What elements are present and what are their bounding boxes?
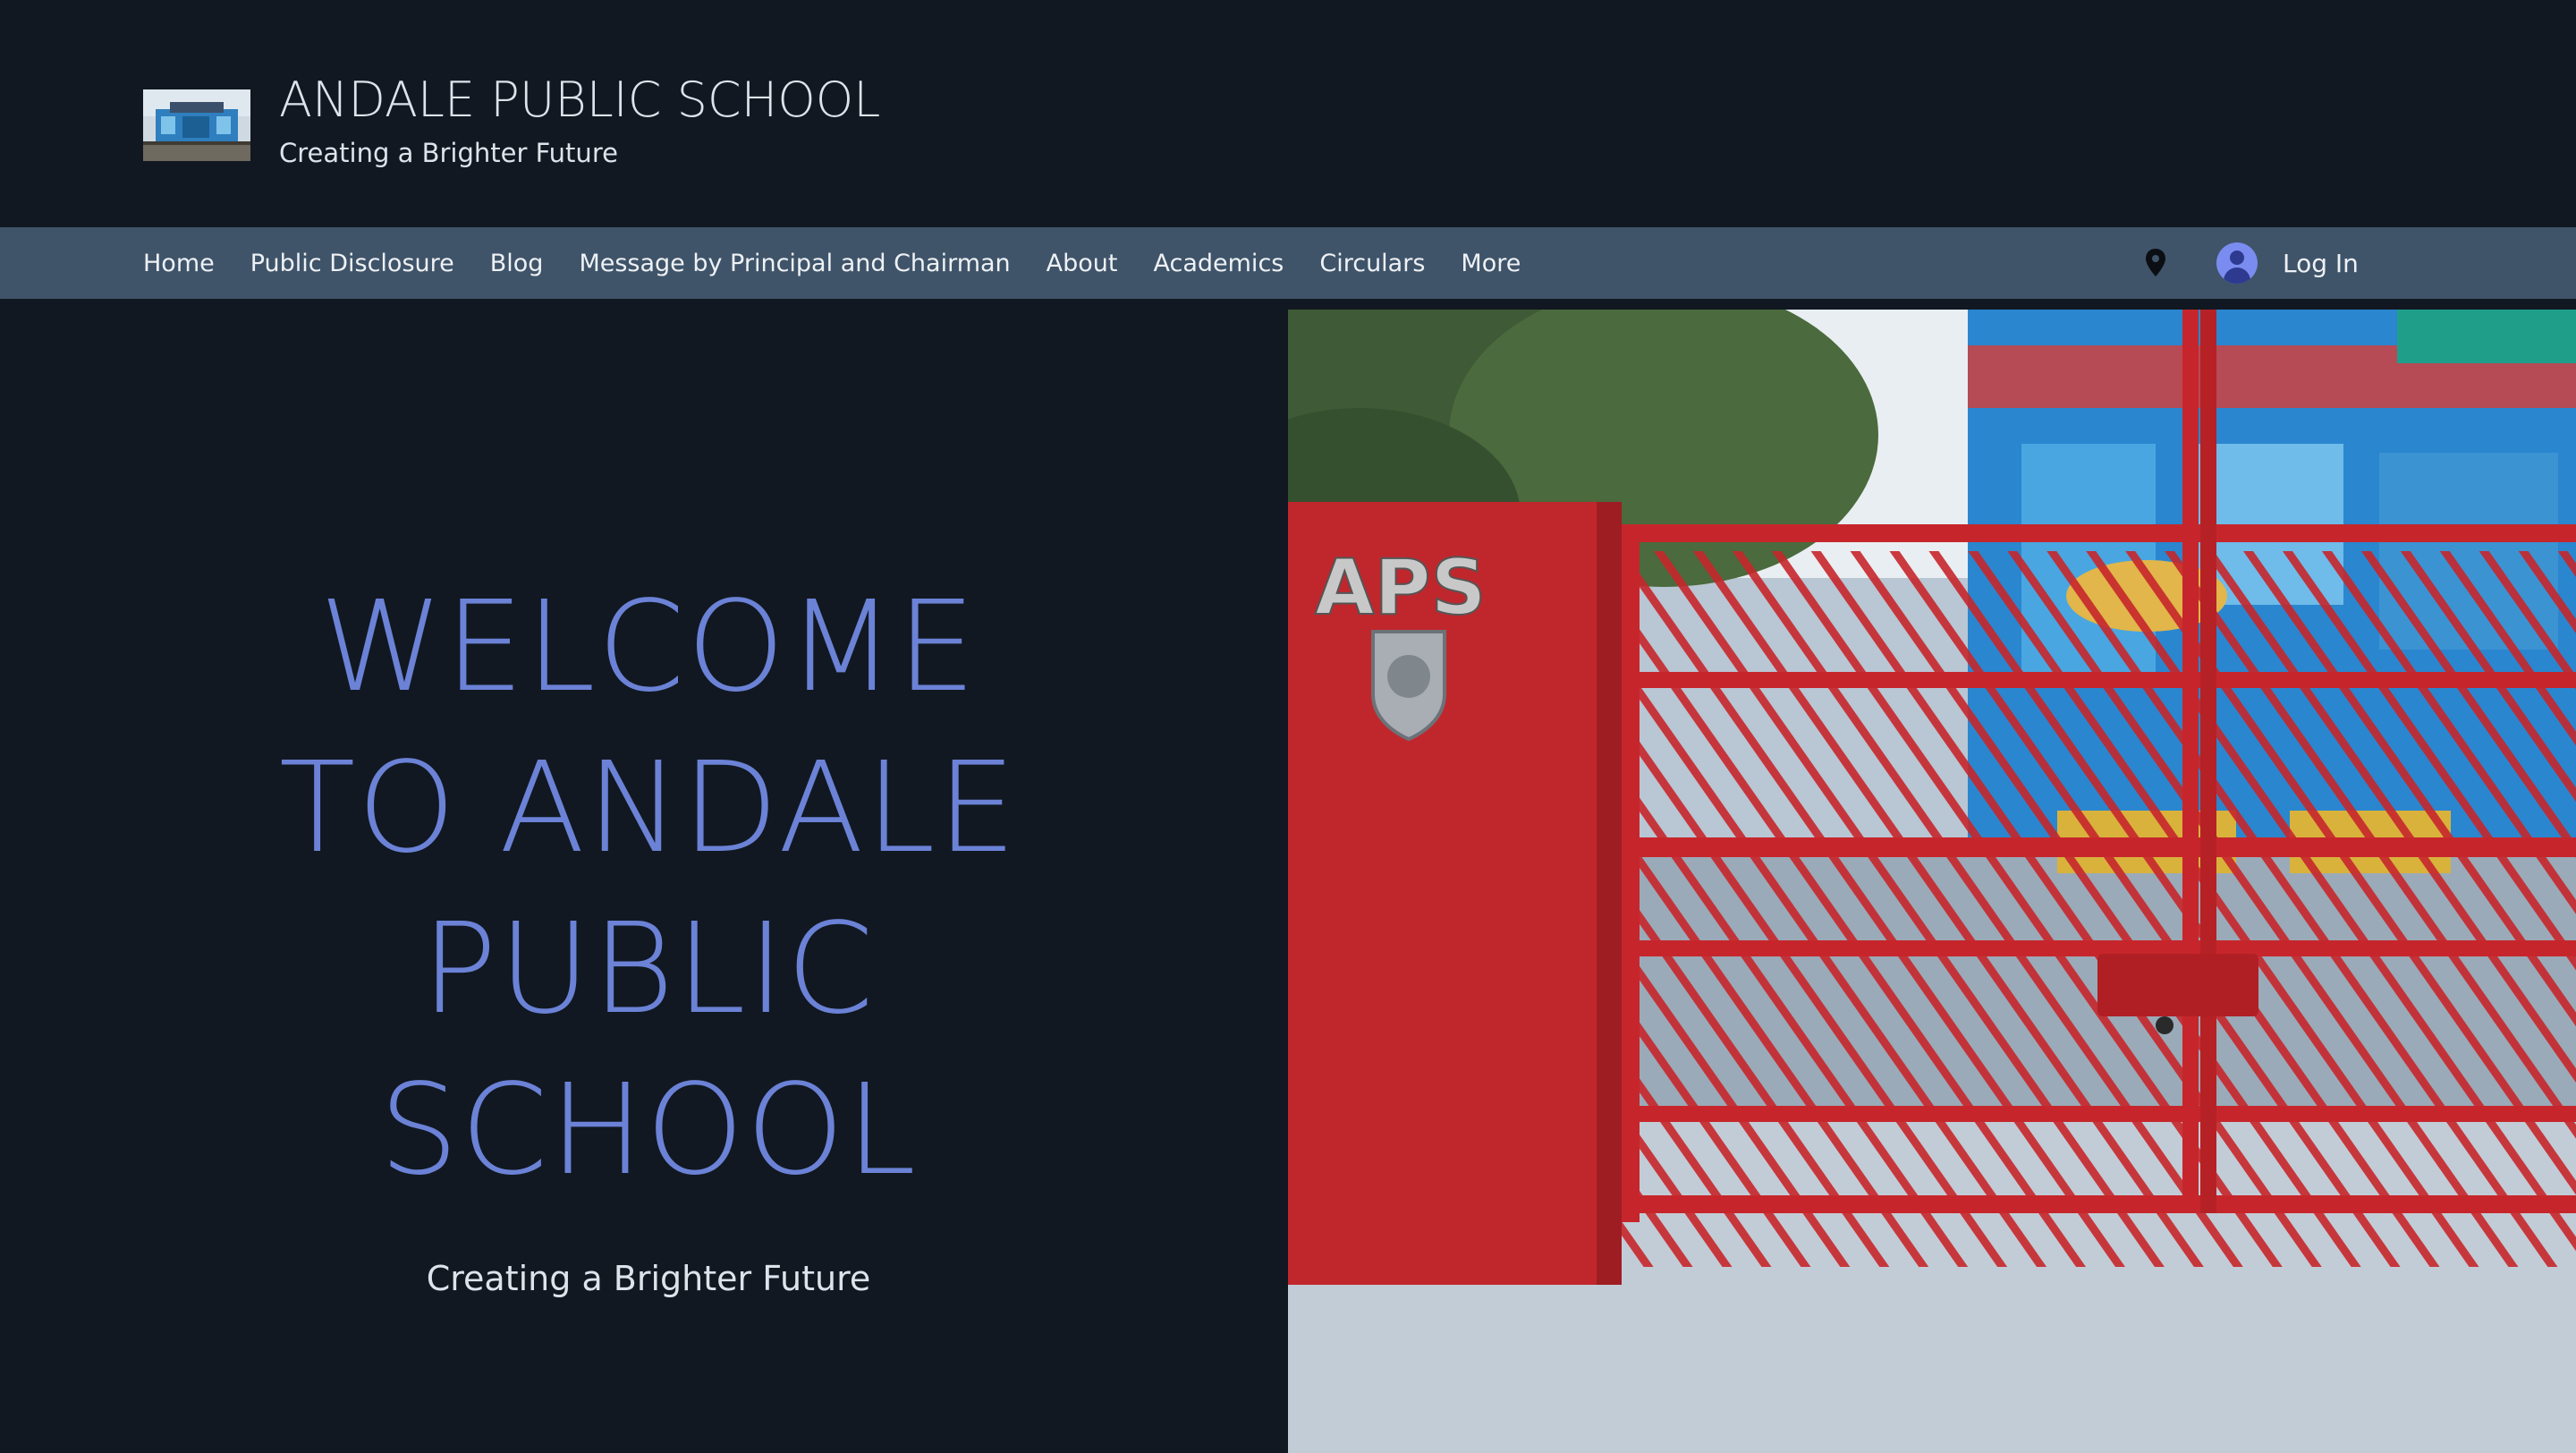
hero-heading: WELCOME TO ANDALE PUBLIC SCHOOL [0,567,1297,1211]
hero-heading-line: SCHOOL [378,1058,919,1203]
login-button[interactable]: Log In [2216,242,2359,285]
svg-text:APS: APS [1315,543,1487,633]
site-title[interactable]: ANDALE PUBLIC SCHOOL [279,72,880,128]
login-label: Log In [2283,248,2359,278]
map-pin-icon[interactable] [2143,247,2168,279]
nav-item-message-principal-chairman[interactable]: Message by Principal and Chairman [579,250,1010,277]
school-gate-photo: APS [1288,310,2576,1453]
nav-item-home[interactable]: Home [143,250,215,277]
nav-item-public-disclosure[interactable]: Public Disclosure [250,250,454,277]
user-avatar-icon [2216,242,2258,284]
site-header: ANDALE PUBLIC SCHOOL Creating a Brighter… [0,0,2576,227]
hero-heading-line: PUBLIC [421,896,876,1042]
site-tagline: Creating a Brighter Future [279,138,618,168]
nav-item-more[interactable]: More [1461,250,1521,277]
nav-item-about[interactable]: About [1046,250,1118,277]
nav-item-circulars[interactable]: Circulars [1319,250,1425,277]
nav-menu: Home Public Disclosure Blog Message by P… [143,227,1556,299]
hero-tagline: Creating a Brighter Future [426,1259,871,1298]
school-logo-image[interactable] [143,89,250,161]
hero-heading-line: TO ANDALE [278,735,1019,881]
nav-item-academics[interactable]: Academics [1154,250,1284,277]
hero-heading-line: WELCOME [318,574,979,720]
nav-item-blog[interactable]: Blog [490,250,544,277]
hero-text-section: WELCOME TO ANDALE PUBLIC SCHOOL Creating… [0,299,1288,1453]
main-nav-bar: Home Public Disclosure Blog Message by P… [0,227,2576,299]
